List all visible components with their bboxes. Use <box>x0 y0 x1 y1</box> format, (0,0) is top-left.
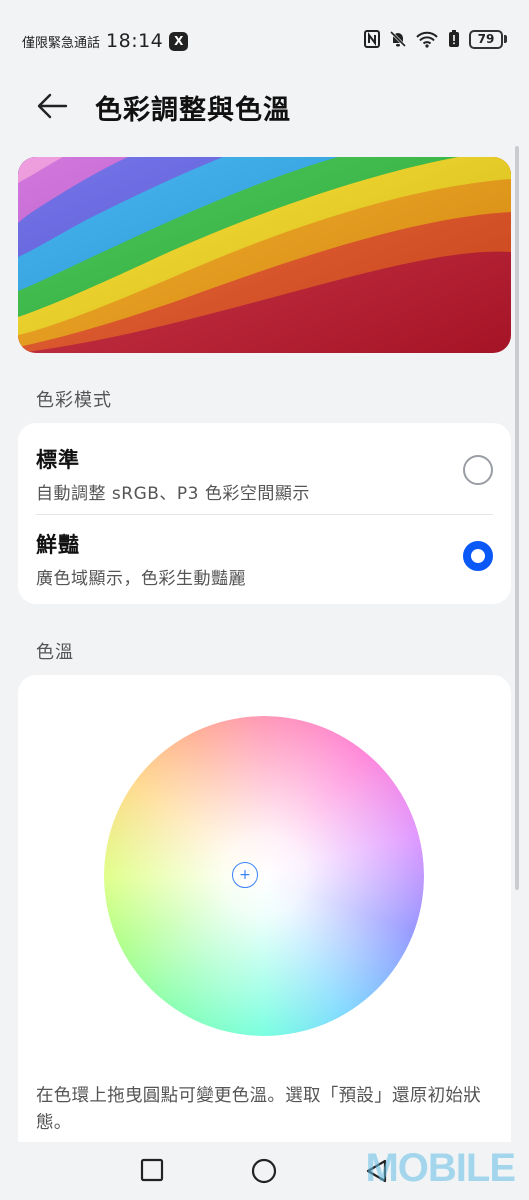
color-wheel-handle[interactable]: + <box>232 862 258 888</box>
mute-bell-icon <box>389 29 407 49</box>
mode-title: 鮮豔 <box>36 533 80 557</box>
back-arrow-icon <box>37 93 68 119</box>
radio-standard[interactable] <box>463 455 493 485</box>
back-button[interactable] <box>32 86 72 126</box>
home-button[interactable] <box>251 1158 277 1184</box>
page-title: 色彩調整與色溫 <box>95 95 291 126</box>
mode-option-vivid[interactable]: 鮮豔 廣色域顯示，色彩生動豔麗 <box>18 514 511 605</box>
home-circle-icon <box>251 1158 277 1184</box>
color-temp-description: 在色環上拖曳圓點可變更色溫。選取「預設」還原初始狀態。 <box>36 1086 481 1133</box>
x-app-icon: X <box>169 31 189 51</box>
header: 色彩調整與色溫 <box>0 80 529 136</box>
clock: 18:14 <box>106 30 164 52</box>
color-banner-image <box>18 157 511 353</box>
battery-saver-icon <box>447 29 461 49</box>
color-wheel[interactable] <box>104 716 424 1036</box>
color-temp-label: 色溫 <box>36 642 74 663</box>
color-mode-label: 色彩模式 <box>36 390 112 411</box>
battery-icon: 79 <box>469 29 507 49</box>
scrollbar[interactable] <box>515 146 519 890</box>
color-mode-card: 標準 自動調整 sRGB、P3 色彩空間顯示 鮮豔 廣色域顯示，色彩生動豔麗 <box>18 423 511 604</box>
nfc-icon <box>363 29 381 49</box>
watermark-logo: MOBILE <box>365 1146 516 1190</box>
radio-vivid[interactable] <box>463 541 493 571</box>
carrier-text: 僅限緊急通話 <box>22 35 101 51</box>
wifi-icon <box>415 29 439 49</box>
mode-title: 標準 <box>36 448 80 472</box>
recents-square-icon <box>140 1158 164 1182</box>
recents-button[interactable] <box>140 1158 166 1184</box>
mode-subtitle: 廣色域顯示，色彩生動豔麗 <box>36 569 246 589</box>
battery-level: 79 <box>469 29 503 49</box>
mode-subtitle: 自動調整 sRGB、P3 色彩空間顯示 <box>36 484 310 504</box>
status-bar: 僅限緊急通話 18:14 X 79 <box>0 0 529 80</box>
mode-option-standard[interactable]: 標準 自動調整 sRGB、P3 色彩空間顯示 <box>18 423 511 514</box>
